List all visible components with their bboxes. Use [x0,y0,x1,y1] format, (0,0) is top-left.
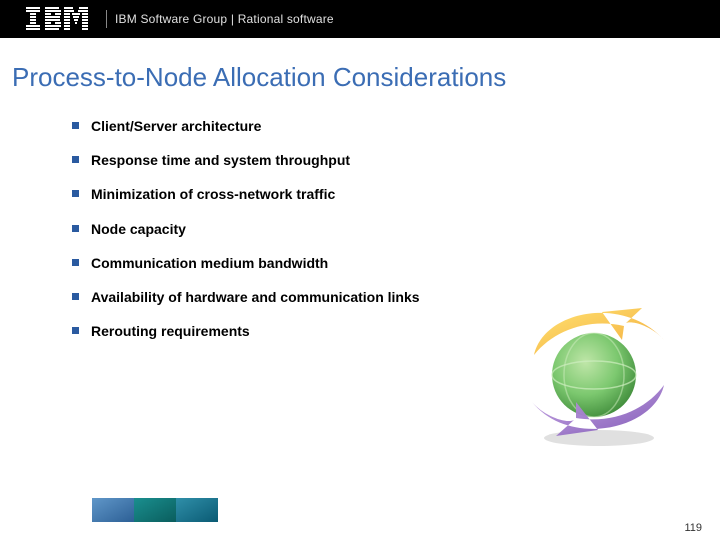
header-bar: IBM Software Group | Rational software [0,0,720,38]
page-title: Process-to-Node Allocation Consideration… [0,38,720,105]
footer-thumb-icon [92,498,134,522]
header-group-text: IBM Software Group | Rational software [115,12,334,26]
bullet-text: Response time and system throughput [91,151,350,169]
list-item: Node capacity [72,220,720,238]
bullet-square-icon [72,190,79,197]
list-item: Client/Server architecture [72,117,720,135]
page-number: 119 [684,522,702,534]
footer-thumbnails [92,498,218,522]
bullet-text: Communication medium bandwidth [91,254,328,272]
footer: 119 [0,504,720,540]
bullet-square-icon [72,156,79,163]
bullet-square-icon [72,327,79,334]
ibm-logo-b [44,7,62,31]
bullet-square-icon [72,122,79,129]
bullet-square-icon [72,259,79,266]
list-item: Response time and system throughput [72,151,720,169]
bullet-text: Minimization of cross-network traffic [91,185,335,203]
bullet-text: Node capacity [91,220,186,238]
header-divider [106,10,107,28]
decorative-swirl-icon [514,290,684,450]
bullet-text: Client/Server architecture [91,117,261,135]
ibm-logo-i [24,7,42,31]
bullet-square-icon [72,293,79,300]
footer-thumb-icon [176,498,218,522]
bullet-text: Availability of hardware and communicati… [91,288,420,306]
footer-thumb-icon [134,498,176,522]
list-item: Minimization of cross-network traffic [72,185,720,203]
bullet-text: Rerouting requirements [91,322,250,340]
slide: IBM Software Group | Rational software P… [0,0,720,540]
ibm-logo [24,7,88,31]
ibm-logo-m [64,7,88,31]
bullet-square-icon [72,225,79,232]
list-item: Communication medium bandwidth [72,254,720,272]
